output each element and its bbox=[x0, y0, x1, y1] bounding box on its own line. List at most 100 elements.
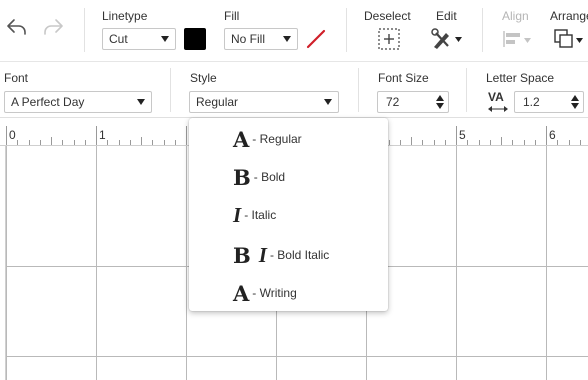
grid-line-vertical bbox=[6, 146, 7, 380]
fill-label: Fill bbox=[224, 9, 240, 23]
style-option-bold-italic[interactable]: B I - Bold Italic bbox=[189, 236, 388, 274]
ruler-tick bbox=[579, 140, 581, 145]
style-option-glyph: I bbox=[258, 242, 267, 267]
ruler-tick bbox=[73, 140, 75, 145]
ruler-number: 0 bbox=[9, 128, 16, 142]
ruler-tick bbox=[399, 140, 401, 145]
style-option-writing[interactable]: A - Writing bbox=[189, 274, 388, 312]
style-select[interactable]: Regular bbox=[189, 91, 339, 113]
ruler-tick bbox=[456, 126, 457, 145]
align-button[interactable] bbox=[500, 28, 534, 50]
ruler-tick bbox=[51, 137, 52, 145]
top-toolbar: Linetype Cut Fill No Fill Deselect Edit … bbox=[0, 0, 588, 62]
style-option-glyph: I bbox=[233, 202, 242, 227]
style-option-glyph: A bbox=[233, 126, 250, 152]
ruler-tick bbox=[433, 140, 435, 145]
toolbar-divider bbox=[346, 8, 347, 52]
redo-icon[interactable] bbox=[40, 14, 66, 40]
grid-line-horizontal bbox=[6, 356, 588, 357]
ruler-tick bbox=[141, 137, 142, 145]
letter-space-label: Letter Space bbox=[486, 71, 555, 85]
ruler-tick bbox=[62, 140, 64, 145]
ruler-tick bbox=[523, 140, 525, 145]
linetype-value: Cut bbox=[109, 32, 128, 46]
fill-value: No Fill bbox=[231, 32, 266, 46]
style-option-label: - Bold Italic bbox=[269, 248, 330, 262]
ruler-tick bbox=[467, 140, 469, 145]
font-value: A Perfect Day bbox=[11, 95, 85, 109]
font-size-stepper[interactable]: 72 bbox=[377, 91, 449, 113]
ruler-tick bbox=[129, 140, 131, 145]
ruler-number: 6 bbox=[549, 128, 556, 142]
ruler-tick bbox=[96, 126, 97, 145]
toolbar-divider bbox=[84, 8, 85, 52]
toolbar-divider bbox=[482, 8, 483, 52]
style-option-italic[interactable]: I - Italic bbox=[189, 196, 388, 234]
align-label: Align bbox=[502, 9, 529, 23]
edit-tools-icon bbox=[431, 28, 462, 49]
style-option-glyph: B bbox=[233, 242, 251, 268]
arrange-icon bbox=[554, 29, 583, 48]
arrange-button[interactable] bbox=[552, 27, 586, 51]
deselect-button[interactable] bbox=[376, 27, 402, 51]
grid-line-vertical bbox=[546, 146, 547, 380]
letter-space-value: 1.2 bbox=[523, 95, 540, 109]
ruler-tick bbox=[422, 140, 424, 145]
stepper-arrows-icon[interactable] bbox=[436, 95, 444, 109]
style-option-regular[interactable]: A - Regular bbox=[189, 120, 388, 158]
ruler-tick bbox=[186, 126, 187, 145]
letter-space-stepper[interactable]: 1.2 bbox=[514, 91, 584, 113]
linetype-select[interactable]: Cut bbox=[102, 28, 176, 50]
ruler-tick bbox=[107, 140, 109, 145]
linetype-label: Linetype bbox=[102, 9, 148, 23]
line-color-swatch[interactable] bbox=[184, 28, 206, 50]
font-select[interactable]: A Perfect Day bbox=[4, 91, 152, 113]
style-option-glyph: B bbox=[233, 164, 251, 190]
align-icon bbox=[503, 31, 531, 47]
text-toolbar: Font A Perfect Day Style Regular Font Si… bbox=[0, 62, 588, 118]
edit-label: Edit bbox=[436, 9, 457, 23]
fill-select[interactable]: No Fill bbox=[224, 28, 298, 50]
style-label: Style bbox=[190, 71, 217, 85]
toolbar-divider bbox=[170, 68, 171, 112]
letter-space-icon: VA bbox=[486, 90, 510, 114]
ruler-tick bbox=[512, 140, 514, 145]
fill-color-swatch[interactable] bbox=[305, 28, 327, 50]
edit-button[interactable] bbox=[430, 27, 464, 51]
chevron-down-icon bbox=[283, 36, 291, 42]
font-label: Font bbox=[4, 71, 29, 85]
chevron-down-icon bbox=[161, 36, 169, 42]
ruler-number: 1 bbox=[99, 128, 106, 142]
style-value: Regular bbox=[196, 95, 239, 109]
font-size-label: Font Size bbox=[378, 71, 429, 85]
ruler-tick bbox=[6, 126, 7, 145]
style-option-glyph: A bbox=[233, 280, 250, 306]
ruler-tick bbox=[478, 140, 480, 145]
ruler-tick bbox=[174, 140, 176, 145]
deselect-label: Deselect bbox=[364, 9, 411, 23]
toolbar-divider bbox=[358, 68, 359, 112]
arrange-label: Arrange bbox=[550, 9, 588, 23]
deselect-icon bbox=[378, 28, 400, 50]
style-option-bold[interactable]: B - Bold bbox=[189, 158, 388, 196]
ruler-tick bbox=[118, 140, 120, 145]
stepper-arrows-icon[interactable] bbox=[571, 95, 579, 109]
grid-line-vertical bbox=[186, 146, 187, 380]
letter-space-icon-text: VA bbox=[488, 90, 504, 104]
double-arrow-icon bbox=[488, 106, 508, 112]
ruler-tick bbox=[163, 140, 165, 145]
ruler-tick bbox=[388, 140, 390, 145]
chevron-down-icon bbox=[324, 99, 332, 105]
ruler-tick bbox=[28, 140, 30, 145]
ruler-tick bbox=[39, 140, 41, 145]
undo-icon[interactable] bbox=[4, 14, 30, 40]
ruler-tick bbox=[489, 140, 491, 145]
style-option-label: - Bold bbox=[253, 170, 286, 184]
ruler-tick bbox=[534, 140, 536, 145]
style-dropdown-menu: A - Regular B - Bold I - Italic B I - Bo… bbox=[189, 118, 388, 311]
ruler-tick bbox=[444, 140, 446, 145]
ruler-tick bbox=[411, 137, 412, 145]
ruler-tick bbox=[568, 140, 570, 145]
font-size-value: 72 bbox=[386, 95, 400, 109]
style-option-label: - Regular bbox=[252, 132, 302, 146]
